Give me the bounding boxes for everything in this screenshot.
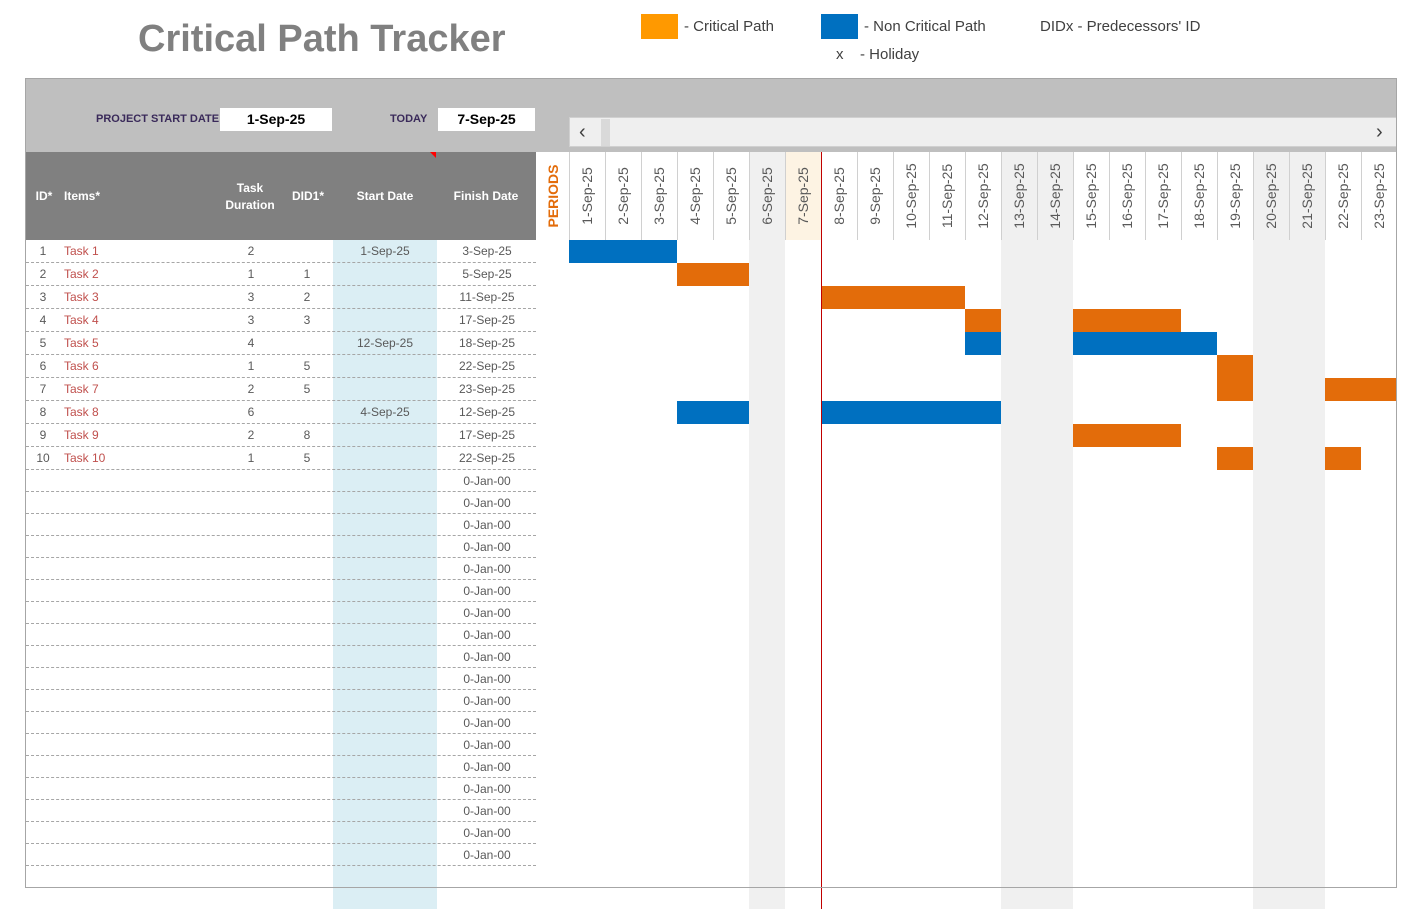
sheet-frame [25,78,1397,888]
legend-noncritical-swatch [821,14,858,39]
legend-holiday-label: - Holiday [860,46,920,63]
legend-holiday-mark: x [836,46,844,63]
legend-critical-swatch [641,14,678,39]
legend-noncritical-label: - Non Critical Path [864,18,986,35]
legend-did-label: DIDx - Predecessors' ID [1040,18,1201,35]
page-title: Critical Path Tracker [138,18,506,60]
legend-critical-label: - Critical Path [684,18,775,35]
